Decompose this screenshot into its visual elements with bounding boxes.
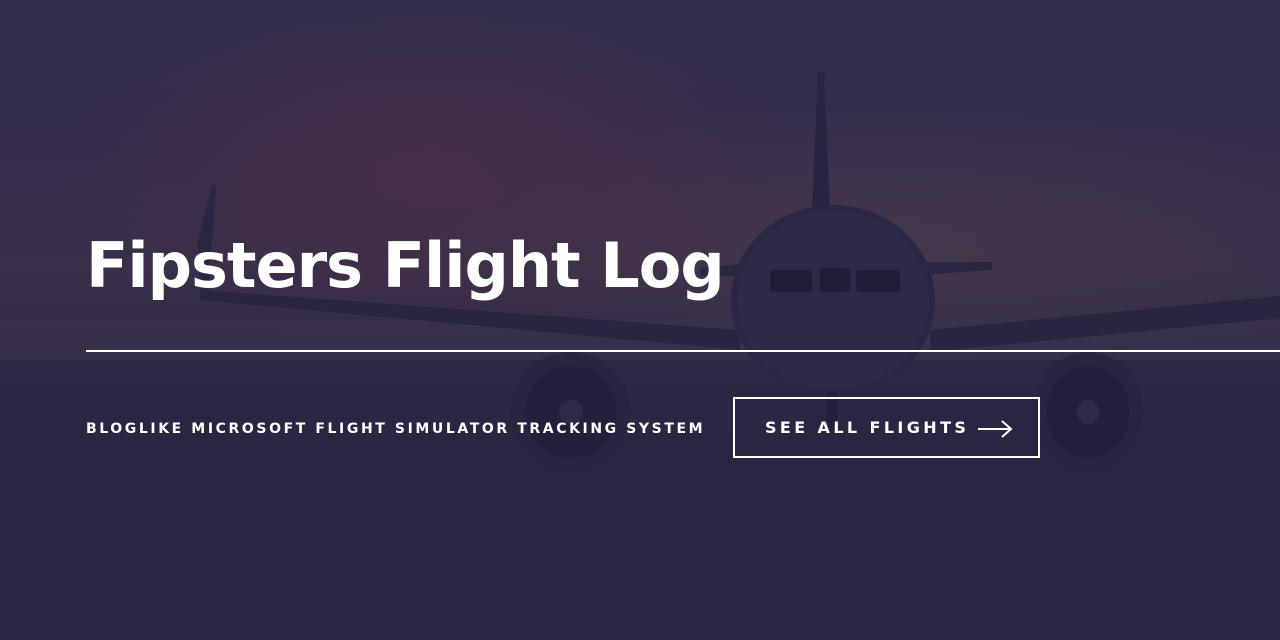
title-divider	[86, 350, 1280, 352]
dark-overlay	[0, 0, 1280, 640]
see-all-flights-label: SEE ALL FLIGHTS	[765, 418, 970, 437]
site-tagline: BLOGLIKE MICROSOFT FLIGHT SIMULATOR TRAC…	[86, 421, 706, 437]
arrow-right-icon	[978, 420, 1013, 438]
page-title: Fipsters Flight Log	[86, 229, 725, 302]
see-all-flights-button[interactable]: SEE ALL FLIGHTS	[733, 397, 1040, 458]
hero-section: Fipsters Flight Log BLOGLIKE MICROSOFT F…	[0, 0, 1280, 640]
